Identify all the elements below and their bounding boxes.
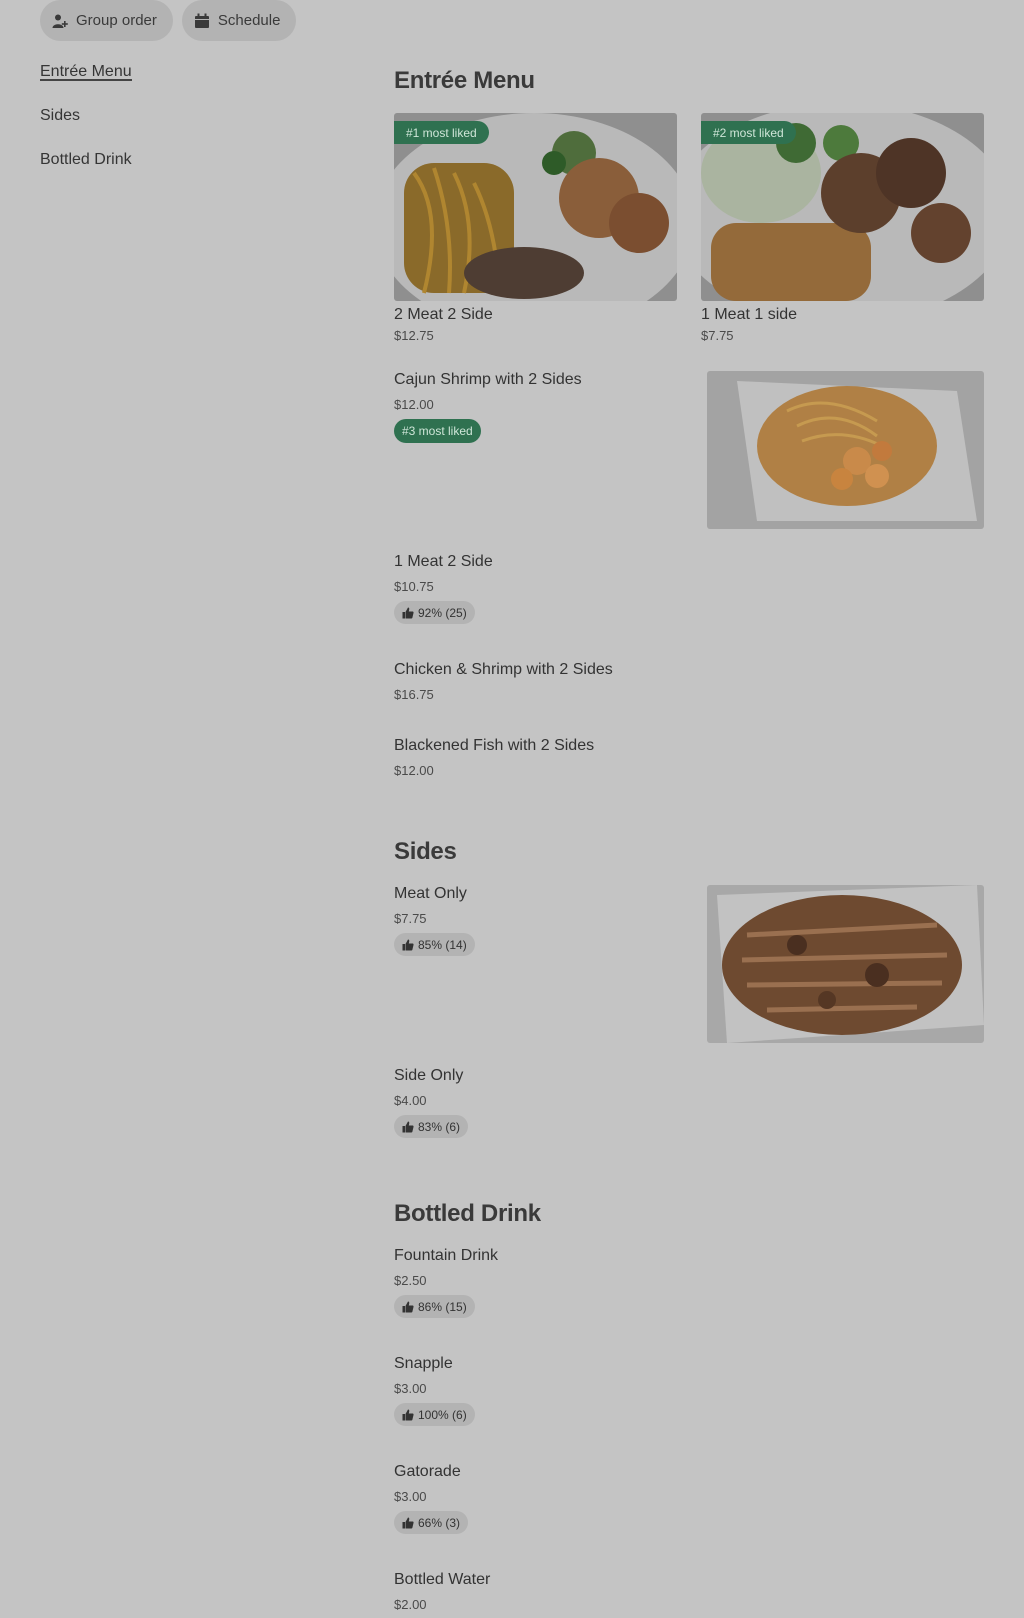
- menu-item-row[interactable]: Meat Only $7.75 85% (14): [394, 885, 984, 1043]
- item-price: $2.00: [394, 1597, 427, 1612]
- rating-badge: 86% (15): [394, 1295, 475, 1318]
- category-sidebar: Entrée Menu Sides Bottled Drink: [40, 63, 132, 195]
- plate-image: [707, 885, 984, 1043]
- item-price: $7.75: [701, 328, 734, 343]
- section-title-entree: Entrée Menu: [394, 67, 535, 94]
- group-order-button[interactable]: Group order: [40, 0, 173, 41]
- item-price: $10.75: [394, 579, 434, 594]
- thumbs-up-icon: [402, 1517, 414, 1528]
- rating-text: 100% (6): [418, 1407, 467, 1422]
- food-photo: [707, 885, 984, 1043]
- item-name: 1 Meat 2 Side: [394, 553, 493, 570]
- section-title-bottled-drink: Bottled Drink: [394, 1200, 541, 1227]
- menu-item-row[interactable]: 1 Meat 2 Side $10.75 92% (25): [394, 553, 984, 624]
- rating-badge: 100% (6): [394, 1403, 475, 1426]
- sidebar-item-bottled-drink[interactable]: Bottled Drink: [40, 151, 132, 169]
- menu-item-row[interactable]: Bottled Water $2.00: [394, 1571, 984, 1612]
- rating-badge: 92% (25): [394, 601, 475, 624]
- menu-item-card[interactable]: #1 most liked 2 Meat 2 Side $12.75: [394, 113, 677, 343]
- thumbs-up-icon: [402, 939, 414, 950]
- item-price: $12.75: [394, 328, 434, 343]
- plate-image: [707, 371, 984, 529]
- person-plus-icon: [52, 14, 68, 28]
- menu-item-row[interactable]: Snapple $3.00 100% (6): [394, 1355, 984, 1426]
- most-liked-badge: #2 most liked: [701, 121, 796, 144]
- item-price: $2.50: [394, 1273, 427, 1288]
- rating-text: 86% (15): [418, 1299, 467, 1314]
- thumbs-up-icon: [402, 1301, 414, 1312]
- menu-item-row[interactable]: Chicken & Shrimp with 2 Sides $16.75: [394, 661, 984, 702]
- thumbs-up-icon: [402, 1121, 414, 1132]
- store-menu-page: Group order Schedule Entrée Menu Sides B…: [0, 0, 1024, 1618]
- menu-item-row[interactable]: Side Only $4.00 83% (6): [394, 1067, 984, 1138]
- calendar-icon: [194, 13, 209, 28]
- food-photo: [707, 371, 984, 529]
- sidebar-item-sides[interactable]: Sides: [40, 107, 132, 125]
- rating-badge: 85% (14): [394, 933, 475, 956]
- item-name: 1 Meat 1 side: [701, 306, 798, 323]
- rating-text: 92% (25): [418, 605, 467, 620]
- rating-badge: 83% (6): [394, 1115, 469, 1138]
- item-name: Fountain Drink: [394, 1247, 499, 1264]
- sidebar-item-entree-menu[interactable]: Entrée Menu: [40, 63, 132, 81]
- food-photo: #1 most liked: [394, 113, 677, 301]
- item-price: $12.00: [394, 763, 434, 778]
- item-name: Gatorade: [394, 1463, 461, 1480]
- menu-item-row[interactable]: Gatorade $3.00 66% (3): [394, 1463, 984, 1534]
- item-name: Bottled Water: [394, 1571, 491, 1588]
- group-order-label: Group order: [76, 12, 157, 29]
- menu-item-card[interactable]: #2 most liked 1 Meat 1 side $7.75: [701, 113, 984, 343]
- thumbs-up-icon: [402, 607, 414, 618]
- item-price: $4.00: [394, 1093, 427, 1108]
- item-price: $16.75: [394, 687, 434, 702]
- item-price: $3.00: [394, 1381, 427, 1396]
- rating-badge: 66% (3): [394, 1511, 469, 1534]
- thumbs-up-icon: [402, 1409, 414, 1420]
- schedule-label: Schedule: [217, 12, 281, 29]
- item-name: Snapple: [394, 1355, 453, 1372]
- item-price: $3.00: [394, 1489, 427, 1504]
- most-liked-badge: #3 most liked: [394, 419, 481, 443]
- header-actions: Group order Schedule: [40, 0, 297, 41]
- menu-item-row[interactable]: Cajun Shrimp with 2 Sides $12.00 #3 most…: [394, 371, 984, 529]
- item-name: Blackened Fish with 2 Sides: [394, 737, 595, 754]
- most-liked-badge: #1 most liked: [394, 121, 489, 144]
- food-photo: #2 most liked: [701, 113, 984, 301]
- item-name: Side Only: [394, 1067, 464, 1084]
- rating-text: 66% (3): [418, 1515, 461, 1530]
- menu-item-row[interactable]: Fountain Drink $2.50 86% (15): [394, 1247, 984, 1318]
- item-name: 2 Meat 2 Side: [394, 306, 493, 323]
- section-title-sides: Sides: [394, 838, 457, 865]
- menu-item-row[interactable]: Blackened Fish with 2 Sides $12.00: [394, 737, 984, 778]
- schedule-button[interactable]: Schedule: [181, 0, 297, 41]
- item-name: Chicken & Shrimp with 2 Sides: [394, 661, 613, 678]
- rating-text: 83% (6): [418, 1119, 461, 1134]
- rating-text: 85% (14): [418, 937, 467, 952]
